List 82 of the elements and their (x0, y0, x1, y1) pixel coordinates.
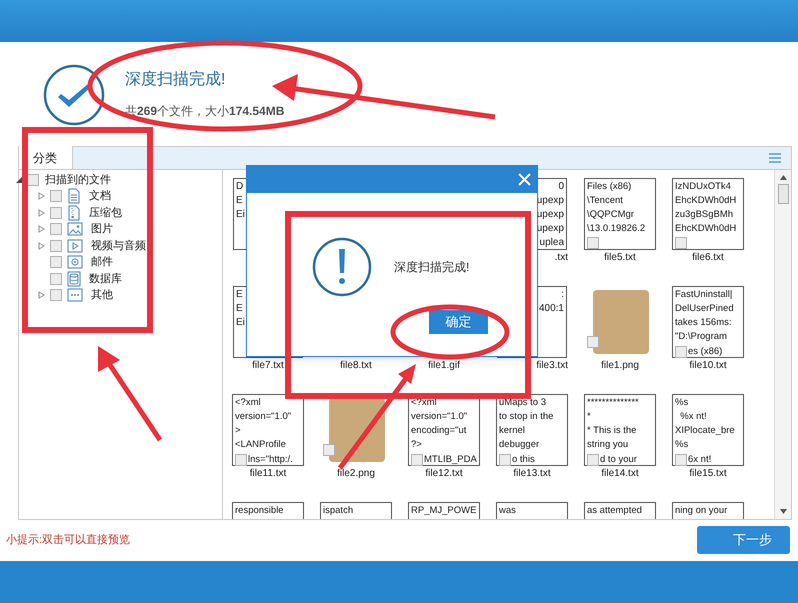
checkbox[interactable] (587, 336, 599, 348)
checkbox[interactable] (50, 272, 62, 285)
tree-item[interactable]: 其他 (91, 287, 113, 304)
checkbox[interactable] (50, 289, 62, 302)
file-name: file10.txt (689, 359, 727, 373)
checkbox[interactable] (235, 454, 247, 466)
mail-icon (67, 255, 83, 270)
close-icon[interactable] (518, 173, 531, 186)
ok-button[interactable]: 确定 (429, 310, 488, 334)
checkbox[interactable] (27, 174, 39, 186)
file-name: file2.png (337, 467, 375, 481)
file-preview[interactable]: Files (x86) \Tencent \QQPCMgr \13.0.19826.2 (584, 178, 656, 250)
scroll-thumb[interactable] (778, 184, 788, 204)
file-name: file3.txt (536, 359, 568, 373)
file-name: file5.txt (604, 251, 636, 265)
exclamation-circle-icon (312, 237, 372, 297)
checkbox[interactable] (675, 346, 687, 358)
file-name: file7.txt (252, 359, 284, 373)
file-name: file11.txt (250, 467, 286, 481)
preview-text: es (x86) (688, 345, 722, 359)
file-name: file14.txt (601, 467, 639, 481)
hint-text: 小提示:双击可以直接预览 (6, 532, 130, 548)
scroll-up-icon[interactable] (780, 175, 786, 180)
scrollbar[interactable] (774, 170, 791, 519)
tree-item[interactable]: 图片 (91, 221, 113, 238)
checkbox[interactable] (50, 206, 62, 219)
file-preview[interactable]: ************** * * This is the string you d to your (584, 394, 656, 466)
checkbox[interactable] (50, 223, 62, 236)
preview-text: MTLIB_PDA (424, 453, 477, 467)
dialog-message: 深度扫描完成! (394, 259, 470, 276)
checkbox[interactable] (50, 256, 62, 268)
file-name: .txt (554, 251, 568, 265)
more-icon (67, 288, 83, 302)
checkbox[interactable] (50, 240, 62, 252)
file-preview[interactable]: <?xml version="1.0" > <LANProfile lns="http:/. (232, 394, 304, 466)
tree-item[interactable]: 数据库 (89, 270, 122, 287)
checkbox[interactable] (675, 454, 687, 466)
tree-item[interactable]: 扫描到的文件 (45, 172, 111, 188)
checkbox[interactable] (675, 237, 687, 249)
file-name: file1.gif (428, 359, 460, 373)
play-icon (67, 238, 83, 253)
file-preview[interactable]: was (496, 502, 568, 519)
preview-text: o this (512, 453, 535, 467)
checkbox[interactable] (499, 454, 511, 466)
file-name: file12.txt (425, 467, 463, 481)
file-preview[interactable]: %s %x nt! XIPlocate_bre %s 6x nt! (672, 394, 744, 466)
checkbox[interactable] (323, 444, 335, 456)
tree-item[interactable]: 文档 (89, 188, 111, 204)
database-icon (67, 270, 81, 287)
checkbox[interactable] (587, 237, 599, 249)
file-preview[interactable]: ning on your (672, 502, 744, 519)
expand-arrow-icon[interactable] (37, 291, 45, 300)
document-icon (67, 188, 81, 204)
preview-text: d to your (600, 453, 637, 467)
archive-icon (67, 204, 81, 221)
tree-item[interactable]: 视频与音频 (91, 238, 146, 254)
file-preview[interactable]: RP_MJ_POWE (408, 502, 480, 519)
next-button[interactable]: 下一步 (697, 526, 790, 554)
expanded-arrow-icon[interactable] (15, 176, 23, 184)
checkbox[interactable] (587, 454, 599, 466)
preview-text: lns="http:/. (248, 453, 293, 467)
file-preview[interactable]: FastUninstall| DelUserPined takes 156ms: "D:\Program es (x86) (672, 286, 744, 358)
tree-item[interactable]: 压缩包 (89, 204, 122, 221)
scroll-down-icon[interactable] (780, 509, 786, 514)
preview-text: 6x nt! (688, 453, 712, 467)
image-icon (67, 222, 83, 236)
file-name: file1.png (601, 359, 639, 373)
scan-title: 深度扫描完成! (125, 70, 226, 90)
file-preview[interactable]: IzNDUxOTk4 EhcKDWh0dH zu3gBSgBMh EhcKDWh0dH (672, 178, 744, 250)
file-name: file6.txt (692, 251, 724, 265)
file-preview[interactable]: as attempted (584, 502, 656, 519)
file-preview[interactable]: responsible (232, 502, 304, 519)
file-preview[interactable]: ispatch (320, 502, 392, 519)
checkbox[interactable] (50, 190, 62, 202)
tree-item[interactable]: 邮件 (91, 254, 113, 270)
file-name: file15.txt (689, 467, 727, 481)
file-preview[interactable]: uMaps to 3 to stop in the kernel debugger o this (496, 394, 568, 466)
menu-icon[interactable] (769, 153, 781, 163)
checkmark-circle-icon (43, 64, 105, 126)
checkbox[interactable] (411, 454, 423, 466)
file-name: file8.txt (340, 359, 372, 373)
file-name: file13.txt (513, 467, 551, 481)
